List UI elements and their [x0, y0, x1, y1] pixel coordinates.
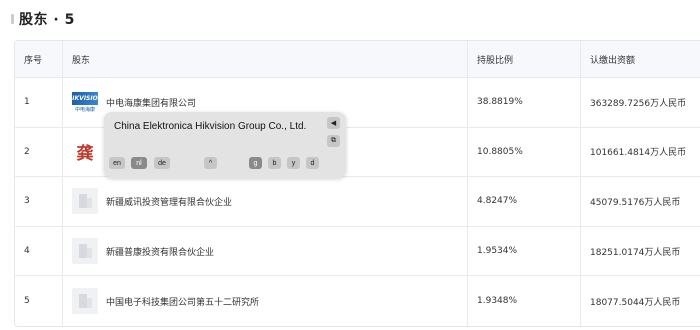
section-header: 股东 · 5 [11, 10, 75, 28]
row-ratio: 1.9348% [468, 276, 581, 326]
row-ratio: 1.9534% [468, 226, 581, 276]
chevron-up-icon[interactable]: ^ [204, 157, 217, 169]
header-capital: 认缴出资额 [590, 55, 636, 66]
row-index: 1 [15, 78, 63, 127]
shareholder-name-link[interactable]: 新疆普康投资有限合伙企业 [106, 245, 214, 258]
row-shareholder[interactable]: 新疆普康投资有限合伙企业 [63, 226, 468, 276]
table-row: 5 中国电子科技集团公司第五十二研究所 1.9348% 18077.5044万人… [15, 276, 700, 326]
shareholder-name-link[interactable]: 新疆威讯投资管理有限合伙企业 [106, 195, 232, 208]
letter-button-g[interactable]: g [249, 157, 262, 169]
lang-button-de[interactable]: de [154, 157, 170, 169]
row-capital: 363289.7256万人民币 [590, 98, 687, 109]
row-capital: 18077.5044万人民币 [590, 297, 681, 308]
letter-button-b[interactable]: b [268, 157, 281, 169]
row-capital: 101661.4814万人民币 [590, 148, 687, 159]
lang-button-en[interactable]: en [109, 157, 125, 169]
shareholder-name-link[interactable]: 中国电子科技集团公司第五十二研究所 [106, 295, 259, 308]
row-ratio: 38.8819% [468, 78, 581, 127]
header-ratio: 持股比例 [468, 41, 581, 77]
row-ratio: 4.8247% [468, 177, 581, 226]
shareholder-name-link[interactable]: 中电海康集团有限公司 [106, 96, 196, 109]
hikvision-logo: HIKVISION 中电海康 [67, 89, 103, 115]
building-icon [72, 188, 98, 215]
row-ratio: 10.8805% [468, 127, 581, 177]
row-index: 2 [15, 127, 63, 177]
translation-popup: China Elektronica Hikvision Group Co., L… [104, 112, 346, 178]
gong-logo: 龚 [76, 144, 94, 165]
row-capital: 45079.5176万人民币 [590, 197, 681, 208]
row-shareholder[interactable]: 中国电子科技集团公司第五十二研究所 [63, 276, 468, 326]
row-index: 4 [15, 226, 63, 276]
header-index: 序号 [15, 41, 63, 77]
header-shareholder: 股东 [63, 41, 468, 77]
shareholder-table: 序号 股东 持股比例 认缴出资额 1 HIKVISION 中电海康 中电海康集团… [14, 40, 700, 327]
copy-icon[interactable]: ⧉ [327, 135, 340, 147]
translation-text: China Elektronica Hikvision Group Co., L… [114, 121, 307, 132]
row-shareholder[interactable]: 新疆威讯投资管理有限合伙企业 [63, 177, 468, 226]
building-icon [72, 288, 98, 315]
section-title: 股东 · 5 [19, 12, 75, 28]
table-row: 3 新疆威讯投资管理有限合伙企业 4.8247% 45079.5176万人民币 [15, 177, 700, 227]
letter-button-y[interactable]: y [287, 157, 300, 169]
table-header: 序号 股东 持股比例 认缴出资额 [15, 41, 700, 78]
row-index: 5 [15, 276, 63, 326]
row-capital: 18251.0174万人民币 [590, 247, 681, 258]
section-marker [11, 14, 14, 24]
row-index: 3 [15, 177, 63, 226]
lang-button-nl[interactable]: nl [131, 157, 147, 169]
speaker-icon[interactable]: ◀ [327, 117, 340, 129]
building-icon [72, 238, 98, 265]
letter-button-d[interactable]: d [306, 157, 319, 169]
table-row: 4 新疆普康投资有限合伙企业 1.9534% 18251.0174万人民币 [15, 226, 700, 277]
